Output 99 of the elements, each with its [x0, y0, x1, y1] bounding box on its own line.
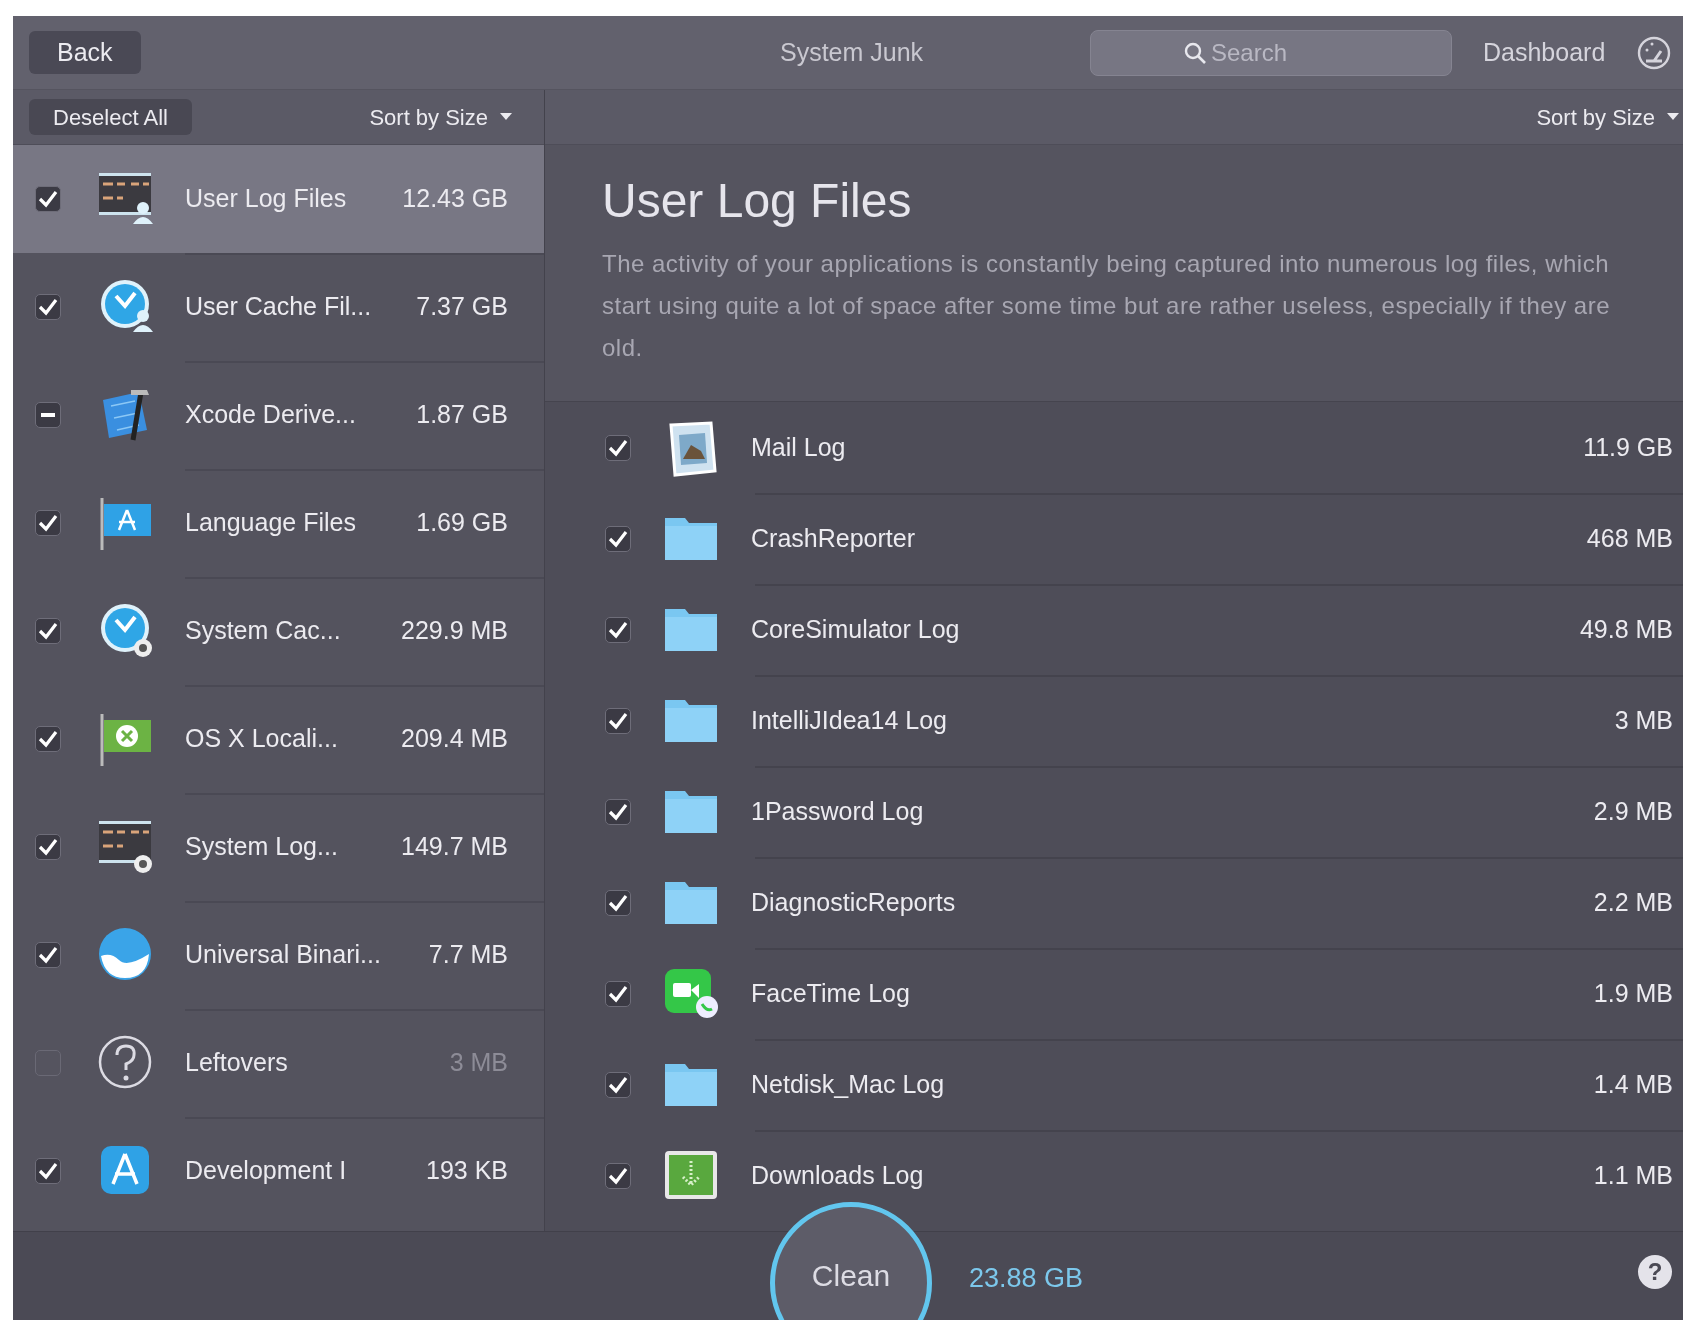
check-icon: [608, 984, 628, 1003]
checkbox[interactable]: [605, 889, 631, 916]
description-text: The activity of your applications is constantly being captured into numerous log files, which start using quite a lot of space after some time but are rather useless, especially if they are old.: [602, 249, 1611, 363]
file-size: 3 MB: [1614, 704, 1673, 736]
check-icon: [38, 838, 58, 856]
category-name: Development I: [185, 1155, 348, 1187]
check-icon: [608, 711, 628, 730]
file-name: Mail Log: [751, 431, 847, 463]
caret-icon: [500, 113, 512, 121]
file-name: CoreSimulator Log: [751, 613, 961, 645]
file-name: Downloads Log: [751, 1159, 925, 1191]
category-name: User Cache Fil...: [185, 291, 373, 323]
checkbox[interactable]: [605, 616, 631, 643]
file-name: DiagnosticReports: [751, 886, 957, 918]
category-size: 7.7 MB: [428, 939, 508, 971]
category-size: 193 KB: [426, 1155, 508, 1187]
category-name: Leftovers: [185, 1047, 289, 1079]
category-size: 229.9 MB: [401, 615, 508, 647]
window-title: System Junk: [780, 36, 924, 68]
file-name: 1Password Log: [751, 795, 925, 827]
dashboard-link[interactable]: Dashboard: [1483, 33, 1606, 72]
category-row[interactable]: Development I 193 KB: [13, 1117, 544, 1225]
file-name: Netdisk_Mac Log: [751, 1068, 946, 1100]
category-size: 1.87 GB: [416, 399, 508, 431]
category-name: Xcode Derive...: [185, 399, 357, 431]
category-row[interactable]: Universal Binari... 7.7 MB: [13, 901, 544, 1009]
check-icon: [38, 622, 58, 640]
category-size: 1.69 GB: [416, 507, 508, 539]
checkbox[interactable]: [35, 942, 61, 968]
category-name: OS X Locali...: [185, 723, 339, 755]
log-file-icon: [97, 818, 155, 876]
check-icon: [38, 946, 58, 964]
file-name: IntelliJIdea14 Log: [751, 704, 948, 736]
checkbox[interactable]: [605, 1162, 631, 1189]
file-size: 11.9 GB: [1583, 431, 1673, 463]
checkbox[interactable]: [35, 186, 61, 212]
back-button[interactable]: Back: [29, 31, 141, 74]
category-size: 149.7 MB: [401, 831, 508, 863]
file-size: 1.1 MB: [1593, 1159, 1673, 1191]
category-name: System Log...: [185, 831, 339, 863]
category-name: System Cac...: [185, 615, 342, 647]
check-icon: [608, 1166, 628, 1185]
file-size: 2.9 MB: [1593, 795, 1673, 827]
deselect-all-button[interactable]: Deselect All: [29, 99, 192, 135]
checkbox[interactable]: [35, 1158, 61, 1184]
check-icon: [608, 893, 628, 912]
checkbox[interactable]: [35, 402, 61, 428]
category-name: Universal Binari...: [185, 939, 382, 971]
category-row[interactable]: User Log Files 12.43 GB: [13, 145, 544, 253]
checkbox[interactable]: [605, 434, 631, 461]
total-size: 23.88 GB: [969, 1262, 1084, 1295]
search-field[interactable]: Search: [1090, 29, 1452, 76]
checkbox[interactable]: [35, 510, 61, 536]
category-row[interactable]: OS X Locali... 209.4 MB: [13, 685, 544, 793]
category-name: User Log Files: [185, 183, 348, 215]
checkbox[interactable]: [35, 294, 61, 320]
file-name: FaceTime Log: [751, 977, 911, 1009]
checkbox[interactable]: [605, 798, 631, 825]
checkbox[interactable]: [605, 707, 631, 734]
help-button[interactable]: ?: [1638, 1255, 1672, 1289]
section-title: User Log Files: [602, 173, 913, 229]
checkbox[interactable]: [35, 726, 61, 752]
check-icon: [608, 1075, 628, 1094]
category-size: 7.37 GB: [416, 291, 508, 323]
category-name: Language Files: [185, 507, 357, 539]
check-icon: [38, 298, 58, 316]
checkbox[interactable]: [35, 618, 61, 644]
category-size: 3 MB: [449, 1047, 508, 1079]
file-size: 2.2 MB: [1593, 886, 1673, 918]
caret-icon: [1667, 113, 1679, 121]
check-icon: [38, 1162, 58, 1180]
file-name: CrashReporter: [751, 522, 916, 554]
file-size: 468 MB: [1586, 522, 1673, 554]
check-icon: [38, 730, 58, 748]
file-size: 49.8 MB: [1579, 613, 1673, 645]
sort-dropdown[interactable]: Sort by Size: [1536, 100, 1683, 134]
category-size: 209.4 MB: [401, 723, 508, 755]
check-icon: [38, 514, 58, 532]
category-row[interactable]: Xcode Derive... 1.87 GB: [13, 361, 544, 469]
check-icon: [38, 190, 58, 208]
gauge-icon: [1636, 34, 1672, 71]
category-row[interactable]: Language Files 1.69 GB: [13, 469, 544, 577]
file-size: 1.9 MB: [1593, 977, 1673, 1009]
checkbox[interactable]: [35, 834, 61, 860]
check-icon: [608, 802, 628, 821]
checkbox[interactable]: [605, 525, 631, 552]
category-row[interactable]: System Log... 149.7 MB: [13, 793, 544, 901]
checkbox[interactable]: [605, 1071, 631, 1098]
sort-dropdown[interactable]: Sort by Size: [369, 100, 528, 134]
file-size: 1.4 MB: [1593, 1068, 1673, 1100]
check-icon: [608, 620, 628, 639]
category-row[interactable]: Leftovers 3 MB: [13, 1009, 544, 1117]
checkbox[interactable]: [605, 980, 631, 1007]
check-icon: [608, 438, 628, 457]
category-row[interactable]: System Cac... 229.9 MB: [13, 577, 544, 685]
check-icon: [608, 529, 628, 548]
category-row[interactable]: User Cache Fil... 7.37 GB: [13, 253, 544, 361]
search-icon: [1183, 40, 1207, 65]
category-size: 12.43 GB: [402, 183, 508, 215]
